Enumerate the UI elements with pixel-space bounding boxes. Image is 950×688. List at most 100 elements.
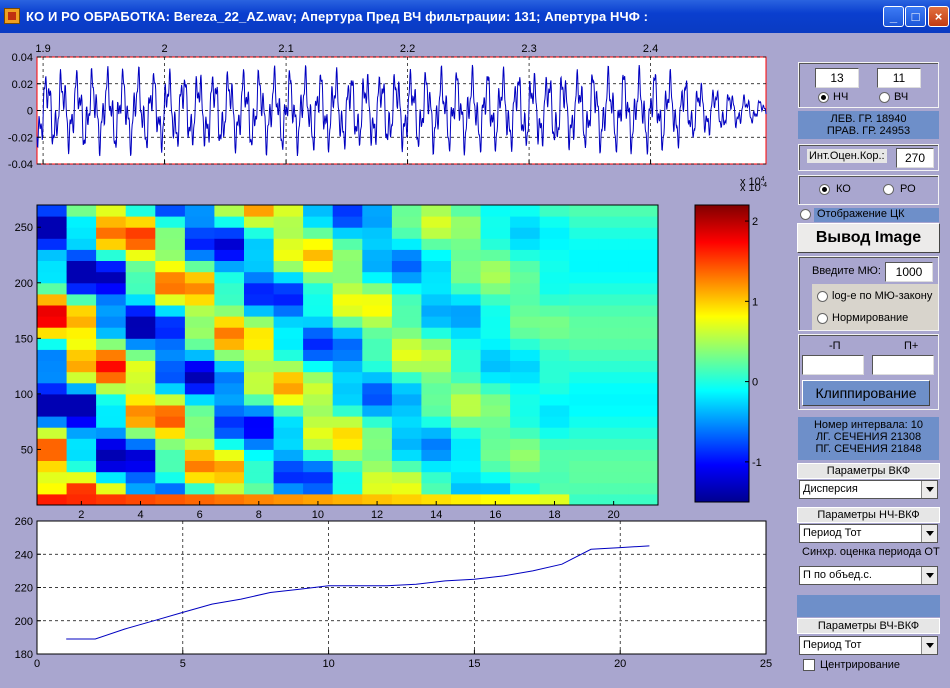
vkf-select[interactable]: Дисперсия [799,480,938,499]
heatmap-cell [155,471,186,484]
maximize-button[interactable]: □ [905,6,926,27]
heatmap-cell [628,338,659,350]
heatmap-cell [510,405,541,417]
matlab-icon [4,8,20,24]
heatmap-cell [37,471,68,484]
int-corr-group: Инт.Оцен.Кор.: 270 [798,144,939,171]
clip-button[interactable]: Клиппирование [802,380,930,406]
heatmap-cell [214,327,245,339]
nch-radio[interactable] [818,92,829,103]
heatmap-cell [569,427,600,439]
nch-radio-label: НЧ [833,91,849,103]
mu-field[interactable]: 1000 [885,262,933,282]
heatmap-cell [451,393,482,406]
heatmap-cell [451,316,482,328]
heatmap-cell [214,216,245,228]
heatmap-cell [96,382,127,395]
heatmap-cell [37,482,68,495]
heatmap-cell [273,205,304,217]
clip-plus-field[interactable] [872,355,934,375]
heatmap-cell [628,293,659,306]
ko-radio[interactable] [819,184,830,195]
minimize-button[interactable]: _ [883,6,904,27]
ro-radio[interactable] [883,184,894,195]
nch-vkf-select[interactable]: Период Тот [799,524,938,543]
heatmap-cell [569,460,600,473]
heatmap-cell [510,260,541,273]
heatmap-cell [303,271,334,284]
vch-radio[interactable] [879,92,890,103]
heatmap-cell [155,238,186,250]
heatmap-cell [510,460,541,473]
y-tick-label: -0.04 [8,159,33,171]
heatmap-cell [273,293,304,306]
heatmap-cell [244,271,275,284]
heatmap-cell [510,227,541,239]
heatmap-cell [184,460,215,473]
int-corr-field[interactable]: 270 [896,148,934,168]
heatmap-cell [303,416,334,428]
centering-checkbox[interactable] [803,659,815,671]
heatmap-cell [214,371,245,384]
heatmap-cell [155,338,186,350]
x-tick-label: 8 [256,509,262,521]
heatmap-cell [125,427,156,439]
heatmap-cell [569,282,600,295]
heatmap-cell [37,305,68,317]
waveform-axes[interactable]: 1.9 2 2.1 2.2 2.3 2.4 0.04 0.02 0 -0.02 -0.04 [8,43,767,171]
heatmap-cell [451,427,482,439]
heatmap-cell [66,349,97,361]
y-tick-label: 100 [15,389,33,401]
interval-number: Номер интервала: 10 [813,419,923,431]
clip-minus-field[interactable] [802,355,864,375]
heatmap-cell [66,305,97,317]
heatmap-cell [451,327,482,339]
heatmap-cell [628,471,659,484]
heatmap-axes[interactable]: 2 4 6 8 10 12 14 16 18 20 250 200 150 100 50 [15,204,659,521]
heatmap-cell [184,260,215,273]
heatmap-cell [155,316,186,328]
heatmap-cell [96,371,127,384]
output-image-button[interactable]: Вывод Image [797,223,940,253]
nch-aperture-field[interactable]: 13 [815,68,859,88]
heatmap-cell [125,282,156,295]
mu-label: Введите МЮ: [812,265,881,277]
heatmap-cell [480,393,511,406]
heatmap-cell [539,271,570,284]
heatmap-cell [332,393,363,406]
vch-vkf-select[interactable]: Период Тот [799,636,938,655]
heatmap-cell [96,327,127,339]
heatmap-cell [244,282,275,295]
show-ck-label: Отображение ЦК [814,208,939,222]
heatmap-cell [184,227,215,239]
x-tick-label: 10 [312,509,324,521]
heatmap-cell [362,449,393,461]
heatmap-cell [184,349,215,361]
heatmap-cell [628,282,659,295]
heatmap-cell [273,460,304,473]
heatmap-cell [214,282,245,295]
log-mu-radio[interactable] [817,291,828,302]
heatmap-cell [303,371,334,384]
heatmap-cell [273,327,304,339]
heatmap-cell [539,427,570,439]
normalize-label: Нормирование [832,312,909,324]
heatmap-cell [451,338,482,350]
x-tick-label: 18 [548,509,560,521]
heatmap-cell [96,227,127,239]
heatmap-cell [628,205,659,217]
borders-info: ЛЕВ. ГР. 18940 ПРАВ. ГР. 24953 [798,111,939,139]
close-button[interactable]: × [928,6,949,27]
heatmap-cell [628,238,659,250]
heatmap-cell [451,293,482,306]
heatmap-cell [184,238,215,250]
period-axes[interactable]: 0 5 10 15 20 25 260 240 220 200 180 [15,516,772,670]
sync-estimate-select[interactable]: П по объед.с. [799,566,938,585]
vch-aperture-field[interactable]: 11 [877,68,921,88]
heatmap-cell [155,205,186,217]
show-ck-radio[interactable] [800,209,811,220]
normalize-radio[interactable] [817,313,828,324]
heatmap-cell [510,438,541,450]
heatmap-cell [214,449,245,461]
heatmap-cell [421,316,452,328]
